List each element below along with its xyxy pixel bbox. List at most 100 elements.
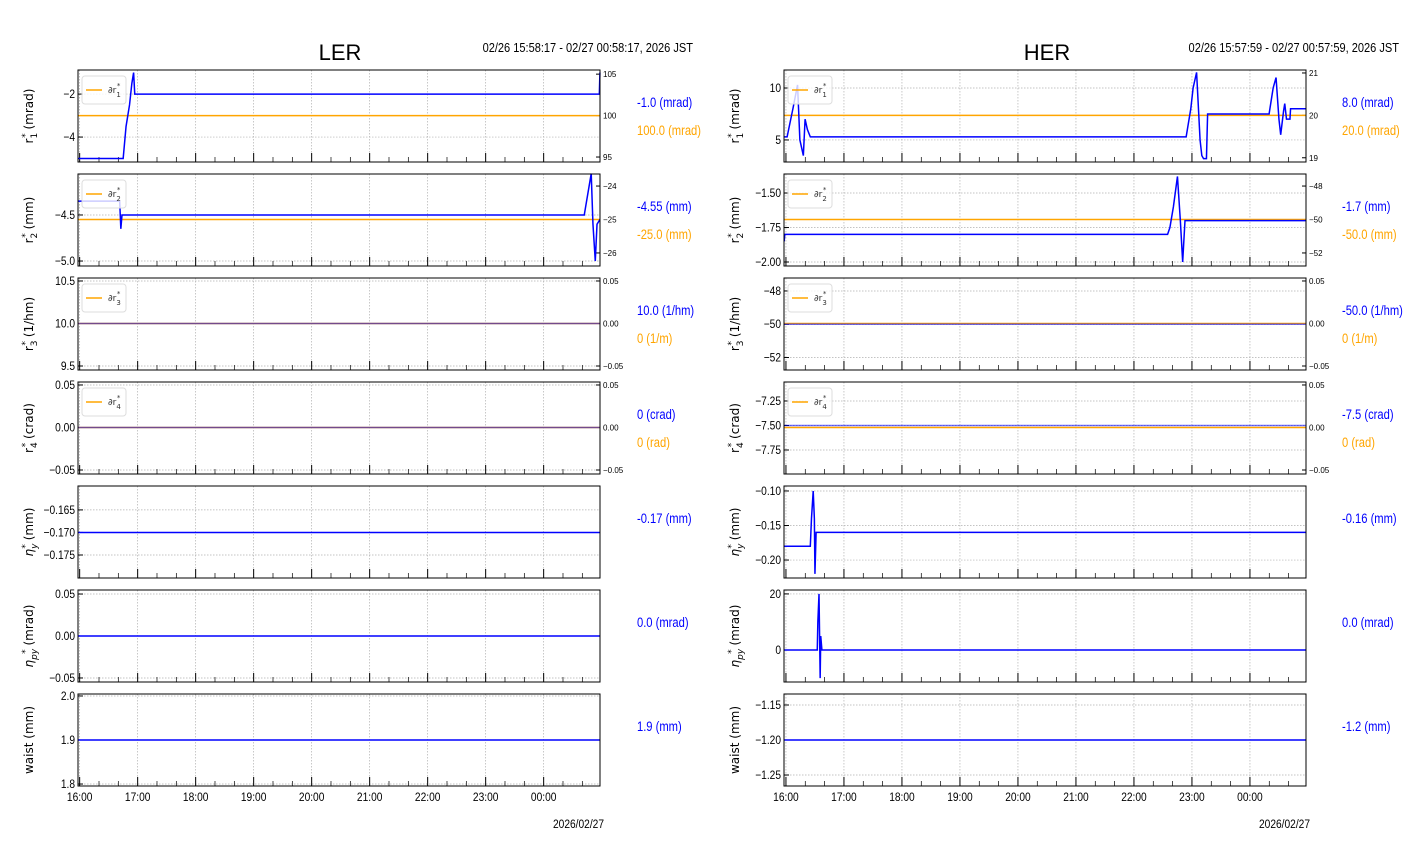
legend: ∂r3* [787, 283, 833, 313]
legend: ∂r3* [81, 283, 127, 313]
current-value-blue: 0.0 (mrad) [637, 615, 689, 630]
y2-tick-label: −0.05 [1309, 466, 1330, 475]
current-value-blue: 8.0 (mrad) [1342, 95, 1394, 110]
y-tick-label: −2.00 [755, 256, 781, 269]
y-tick-label: −4 [63, 131, 75, 144]
legend-base: ∂r [108, 190, 117, 200]
y-tick-label: −5.0 [55, 255, 75, 268]
y-axis-label: r2* (mm) [21, 197, 40, 244]
y-tick-label: −52 [764, 352, 781, 365]
legend-sub: 1 [116, 91, 120, 99]
y-tick-label: 0.05 [55, 379, 75, 392]
current-value-orange: 100.0 (mrad) [637, 123, 701, 138]
legend: ∂r4* [81, 387, 127, 417]
y2-tick-label: 0.05 [1309, 277, 1325, 286]
panel: −0.10 −0.15 −0.20 ηy* (mm) -0.16 (mm) [727, 485, 1397, 579]
y-tick-label: 1.8 [61, 778, 75, 791]
y2-tick-label: −24 [603, 182, 617, 191]
legend: ∂r4* [787, 387, 833, 417]
x-tick-label: 00:00 [531, 791, 557, 804]
y2-tick-label: 0.05 [603, 277, 619, 286]
series-line-blue [784, 490, 1306, 574]
panel: −2 −4 95 100 105 ∂r1* r1* (mrad) -1.0 (mrad) 100… [21, 69, 701, 163]
y-tick-label: −0.20 [755, 554, 781, 567]
y2-tick-label: 0.05 [603, 381, 619, 390]
y2-tick-label: 105 [603, 70, 617, 79]
chart-title: HER [1024, 40, 1070, 65]
y-tick-label: −48 [764, 285, 781, 298]
y-axis-label: r4* (crad) [21, 403, 40, 453]
time-range-label: 02/26 15:57:59 - 02/27 00:57:59, 2026 JS… [1189, 40, 1400, 55]
current-value-blue: -1.7 (mm) [1342, 199, 1390, 214]
y2-tick-label: 19 [1309, 154, 1318, 163]
legend-sub: 3 [116, 299, 120, 307]
legend-base: ∂r [814, 398, 823, 408]
x-tick-label: 19:00 [241, 791, 267, 804]
y-tick-label: −50 [764, 319, 781, 332]
x-tick-label: 21:00 [1063, 791, 1089, 804]
y-tick-label: −1.25 [755, 769, 781, 782]
legend: ∂r1* [81, 75, 127, 105]
y-axis-label: ηy* (mm) [727, 508, 746, 557]
y-label-unit: (mrad) [728, 89, 742, 134]
legend: ∂r2* [787, 179, 833, 209]
panel: −48 −50 −52 0.05 0.00 −0.05 ∂r3* r3* (1/hm) -50.… [727, 277, 1403, 371]
y2-tick-label: 21 [1309, 69, 1318, 78]
y-tick-label: −1.50 [755, 187, 781, 200]
current-value-blue: -1.2 (mm) [1342, 719, 1390, 734]
y2-tick-label: 95 [603, 153, 612, 162]
y-label-unit: (crad) [22, 403, 36, 443]
x-tick-label: 20:00 [299, 791, 325, 804]
y-label-base: waist [728, 742, 742, 774]
y-tick-label: −7.75 [755, 444, 781, 457]
y-label-unit: (mm) [728, 706, 742, 743]
y-tick-label: −0.165 [44, 504, 75, 517]
chart-her: HER 02/26 15:57:59 - 02/27 00:57:59, 2026… [727, 40, 1403, 831]
y-tick-label: −0.10 [755, 485, 781, 498]
current-value-blue: 0.0 (mrad) [1342, 615, 1394, 630]
y-axis-label: r2* (mm) [727, 197, 746, 244]
x-tick-label: 23:00 [473, 791, 499, 804]
y-axis-label: ηy* (mm) [21, 508, 40, 557]
current-value-orange: 0 (rad) [1342, 435, 1375, 450]
panel: −1.50 −1.75 −2.00 −48 −50 −52 ∂r2* r2* (mm) -1.7… [727, 173, 1397, 269]
y2-tick-label: 0.05 [1309, 381, 1325, 390]
y-tick-label: −7.50 [755, 420, 781, 433]
current-value-blue: 10.0 (1/hm) [637, 303, 694, 318]
y-tick-label: 10 [770, 82, 781, 95]
y2-tick-label: 0.00 [1309, 423, 1325, 432]
x-tick-label: 19:00 [947, 791, 973, 804]
y-tick-label: −4.5 [55, 209, 75, 222]
legend-sub: 2 [822, 195, 826, 203]
panel: −0.165 −0.170 −0.175 ηy* (mm) -0.17 (mm) [21, 485, 692, 579]
y-label-unit: (mm) [728, 508, 742, 545]
legend-sub: 1 [822, 91, 826, 99]
x-tick-label: 18:00 [183, 791, 209, 804]
y-label-unit: (1/hm) [728, 297, 742, 341]
y-axis-label: waist (mm) [728, 706, 742, 774]
y2-tick-label: 0.00 [603, 423, 619, 432]
legend-sub: 3 [822, 299, 826, 307]
y2-tick-label: 0.00 [603, 319, 619, 328]
legend-sup: * [823, 290, 827, 298]
y-tick-label: 1.9 [61, 734, 75, 747]
y-label-unit: (mm) [22, 706, 36, 743]
y2-tick-label: 100 [603, 112, 617, 121]
current-value-blue: -0.16 (mm) [1342, 511, 1397, 526]
legend-sup: * [117, 290, 121, 298]
y-tick-label: −7.25 [755, 395, 781, 408]
y-axis-label: r3* (1/hm) [21, 297, 40, 351]
legend-sup: * [117, 186, 121, 194]
y-tick-label: −0.05 [49, 672, 75, 685]
panel: 10.5 10.0 9.5 0.05 0.00 −0.05 ∂r3* r3* (1/hm) 10… [21, 275, 694, 373]
y-label-base: waist [22, 742, 36, 774]
chart-ler: LER 02/26 15:58:17 - 02/27 00:58:17, 2026… [21, 40, 701, 831]
panel: 2.0 1.9 1.8 waist (mm) 1.9 (mm) 16:00 17:00 18:… [22, 690, 682, 831]
legend-base: ∂r [814, 294, 823, 304]
x-tick-label: 20:00 [1005, 791, 1031, 804]
y-tick-label: −1.20 [755, 734, 781, 747]
legend-base: ∂r [108, 398, 117, 408]
y-label-unit: (mrad) [22, 89, 36, 134]
current-value-blue: -0.17 (mm) [637, 511, 692, 526]
y2-tick-label: 0.00 [1309, 319, 1325, 328]
